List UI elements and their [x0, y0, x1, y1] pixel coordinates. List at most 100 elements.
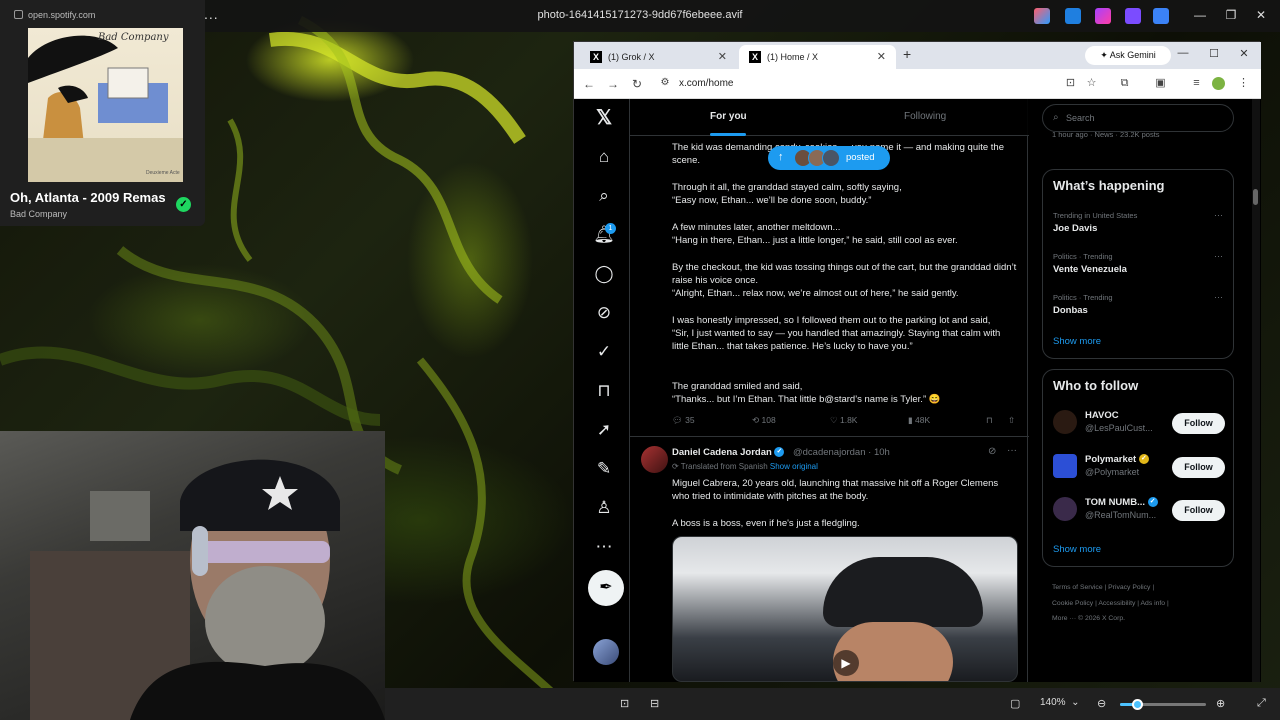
tab-grok[interactable]: X (1) Grok / X ✕ [580, 45, 737, 69]
follow-button[interactable]: Follow [1172, 500, 1225, 521]
more-icon[interactable]: ⋯ [593, 536, 615, 558]
trend-meta: Politics · Trending [1053, 293, 1113, 302]
account-avatar[interactable] [1053, 497, 1077, 521]
zoom-out-icon[interactable]: ⊖ [1097, 697, 1106, 710]
bookmark-button[interactable]: ⊓ [986, 415, 993, 426]
back-icon[interactable]: ← [582, 77, 596, 91]
crop-icon[interactable]: ⊡ [620, 697, 629, 710]
tab-for-you[interactable]: For you [710, 111, 747, 122]
copilot-icon[interactable] [1034, 8, 1050, 24]
communities-icon[interactable]: ✓ [593, 341, 615, 363]
fit-screen-icon[interactable]: ▢ [1010, 697, 1020, 710]
new-posts-pill[interactable]: ↑ posted [768, 146, 890, 170]
jobs-rocket-icon[interactable]: ➚ [593, 419, 615, 441]
browser-menu-icon[interactable]: ⋮ [1237, 77, 1250, 90]
app-icon-3[interactable] [1125, 8, 1141, 24]
app-icon-2[interactable] [1095, 8, 1111, 24]
tab-close-icon[interactable]: ✕ [877, 50, 886, 63]
trend-name[interactable]: Vente Venezuela [1053, 264, 1127, 275]
play-icon[interactable]: ▶ [833, 650, 859, 676]
grok-icon[interactable]: ⊘ [593, 302, 615, 324]
home-icon[interactable]: ⌂ [593, 146, 615, 168]
like-button[interactable]: ♡ 1.8K [830, 415, 857, 426]
page-scrollbar[interactable] [1252, 99, 1260, 682]
repost-button[interactable]: ⟲ 108 [752, 415, 776, 426]
search-input[interactable]: ⌕ Search [1042, 104, 1234, 132]
viewer-close-button[interactable]: ✕ [1253, 8, 1269, 22]
share-button[interactable]: ⇧ [1008, 415, 1015, 426]
like-count: 1.8K [839, 415, 858, 425]
account-avatar[interactable] [593, 639, 619, 665]
compose-post-button[interactable]: ✒ [588, 570, 624, 606]
show-more-follow-link[interactable]: Show more [1053, 544, 1101, 555]
account-avatar[interactable] [1053, 410, 1077, 434]
viewer-minimize-button[interactable]: — [1192, 8, 1208, 22]
profile-icon[interactable]: ♙ [593, 497, 615, 519]
post-more-button[interactable]: ··· [1007, 445, 1017, 456]
trend-more-icon[interactable]: ··· [1214, 251, 1223, 261]
tab-close-icon[interactable]: ✕ [718, 50, 727, 63]
saved-check-icon[interactable]: ✓ [176, 197, 191, 212]
profile-avatar[interactable] [1212, 77, 1225, 90]
reload-icon[interactable]: ↻ [630, 77, 644, 91]
footer-links: Terms of Service | Privacy Policy | Cook… [1052, 580, 1232, 627]
extensions-icon[interactable]: ⧉ [1118, 77, 1131, 90]
ask-gemini-button[interactable]: ✦ Ask Gemini [1085, 46, 1171, 65]
zoom-in-icon[interactable]: ⊕ [1216, 697, 1225, 710]
reading-list-icon[interactable]: ≡ [1190, 77, 1203, 90]
text-select-icon[interactable]: ⊟ [650, 697, 659, 710]
fullscreen-icon[interactable]: ⤢ [1257, 697, 1266, 710]
video-thumbnail[interactable]: ▶ [672, 536, 1018, 682]
zoom-slider[interactable] [1120, 699, 1206, 710]
install-app-icon[interactable]: ⊡ [1064, 77, 1077, 90]
bookmarks-icon[interactable]: ⊓ [593, 380, 615, 402]
bookmark-star-icon[interactable]: ☆ [1085, 77, 1098, 90]
account-name[interactable]: Polymarket ✓ [1085, 454, 1149, 465]
account-avatar[interactable] [1053, 454, 1077, 478]
scrollbar-thumb[interactable] [1253, 189, 1258, 205]
url-field[interactable]: x.com/home [679, 78, 733, 89]
viewer-maximize-button[interactable]: ❐ [1223, 8, 1239, 22]
track-title[interactable]: Oh, Atlanta - 2009 Remaster [10, 190, 165, 205]
cloud-icon[interactable] [1153, 8, 1169, 24]
site-settings-icon[interactable]: ⚙ [658, 77, 672, 88]
author-avatar[interactable] [641, 446, 668, 473]
split-view-icon[interactable]: ▣ [1154, 77, 1167, 90]
messages-icon[interactable]: ◯ [593, 263, 615, 285]
footer-line[interactable]: More ··· © 2026 X Corp. [1052, 611, 1232, 627]
follow-button[interactable]: Follow [1172, 413, 1225, 434]
explore-search-icon[interactable]: ⌕ [593, 185, 615, 207]
author-handle[interactable]: @dcadenajordan · 10h [793, 447, 890, 458]
trend-name[interactable]: Donbas [1053, 305, 1088, 316]
trend-more-icon[interactable]: ··· [1214, 292, 1223, 302]
new-tab-button[interactable]: + [903, 46, 911, 62]
footer-line[interactable]: Terms of Service | Privacy Policy | [1052, 580, 1232, 596]
zoom-value: 140% [1040, 697, 1066, 708]
author-name[interactable]: Daniel Cadena Jordan ✓ [672, 447, 785, 458]
account-name[interactable]: TOM NUMB... ✓ [1085, 497, 1158, 508]
grok-explain-icon[interactable]: ⊘ [988, 446, 996, 457]
app-icon-1[interactable] [1065, 8, 1081, 24]
zoom-slider-knob[interactable] [1132, 699, 1144, 710]
track-artist[interactable]: Bad Company [10, 209, 67, 219]
views-button[interactable]: ▮ 48K [908, 415, 930, 426]
zoom-level[interactable]: 140% ⌄ [1040, 697, 1080, 708]
footer-line[interactable]: Cookie Policy | Accessibility | Ads info… [1052, 596, 1232, 612]
trend-name[interactable]: Joe Davis [1053, 223, 1097, 234]
forward-icon[interactable]: → [606, 77, 620, 91]
tab-following[interactable]: Following [904, 111, 946, 122]
account-name[interactable]: HAVOC [1085, 410, 1119, 421]
browser-close-button[interactable]: ✕ [1237, 47, 1251, 60]
tab-home[interactable]: X (1) Home / X ✕ [739, 45, 896, 69]
show-more-trends-link[interactable]: Show more [1053, 336, 1101, 347]
show-original-link[interactable]: Show original [770, 462, 818, 471]
zoom-dropdown-icon[interactable]: ⌄ [1071, 697, 1079, 708]
browser-minimize-button[interactable]: — [1176, 47, 1190, 59]
browser-maximize-button[interactable]: ☐ [1207, 47, 1221, 60]
x-logo-icon[interactable]: 𝕏 [593, 107, 615, 129]
trend-more-icon[interactable]: ··· [1214, 210, 1223, 220]
reply-button[interactable]: 💬︎ 35 [672, 415, 695, 426]
articles-icon[interactable]: ✎ [593, 458, 615, 480]
follow-button[interactable]: Follow [1172, 457, 1225, 478]
view-count: 48K [915, 415, 931, 425]
